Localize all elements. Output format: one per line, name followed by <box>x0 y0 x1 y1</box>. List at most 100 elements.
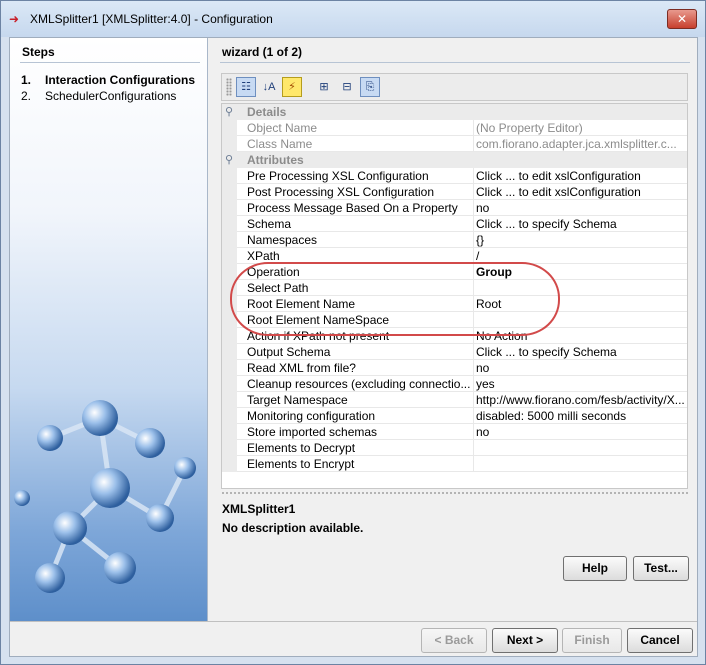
property-value[interactable]: com.fiorano.adapter.jca.xmlsplitter.c... <box>474 136 687 152</box>
category-attributes[interactable]: ⚲ Attributes <box>222 152 687 168</box>
property-row[interactable]: Process Message Based On a Property no <box>222 200 687 216</box>
property-name: Action if XPath not present <box>237 328 474 344</box>
dialog-body: Steps 1. Interaction Configurations 2. Sch… <box>9 37 698 657</box>
step-interaction-configurations[interactable]: 1. Interaction Configurations <box>21 73 195 87</box>
property-row[interactable]: Pre Processing XSL Configuration Click ..… <box>222 168 687 184</box>
description-splitter[interactable] <box>221 491 688 495</box>
step-scheduler-configurations[interactable]: 2. SchedulerConfigurations <box>21 89 176 103</box>
row-gutter <box>222 424 237 440</box>
property-row[interactable]: Action if XPath not present No Action <box>222 328 687 344</box>
property-row[interactable]: Post Processing XSL Configuration Click .… <box>222 184 687 200</box>
property-value[interactable] <box>474 456 687 472</box>
property-value[interactable]: Click ... to edit xslConfiguration <box>474 168 687 184</box>
property-name: Operation <box>237 264 474 280</box>
category-label: Details <box>247 105 287 119</box>
property-value[interactable]: no <box>474 200 687 216</box>
description-text: No description available. <box>222 521 364 535</box>
row-gutter <box>222 280 237 296</box>
property-value[interactable]: no <box>474 424 687 440</box>
property-value[interactable] <box>474 312 687 328</box>
property-row[interactable]: Elements to Encrypt <box>222 456 687 472</box>
property-toolbar: ☷ ↓A ⚡ ⊞ ⊟ ⎘ <box>221 73 688 101</box>
step-label: SchedulerConfigurations <box>45 89 177 103</box>
wizard-title: wizard (1 of 2) <box>222 45 303 59</box>
row-gutter <box>222 136 237 152</box>
property-name: Root Element Name <box>237 296 474 312</box>
row-gutter <box>222 376 237 392</box>
property-row[interactable]: Root Element Name Root <box>222 296 687 312</box>
row-gutter <box>222 440 237 456</box>
property-name: Namespaces <box>237 232 474 248</box>
next-button[interactable]: Next > <box>492 628 558 653</box>
collapse-all-icon[interactable]: ⊟ <box>337 77 357 97</box>
property-name: Monitoring configuration <box>237 408 474 424</box>
molecule-illustration <box>14 400 196 593</box>
steps-title: Steps <box>22 45 55 59</box>
lightning-icon[interactable]: ⚡ <box>282 77 302 97</box>
property-name: Target Namespace <box>237 392 474 408</box>
property-value[interactable]: {} <box>474 232 687 248</box>
property-row[interactable]: Schema Click ... to specify Schema <box>222 216 687 232</box>
step-number: 1. <box>21 73 32 87</box>
property-value[interactable]: No Action <box>474 328 687 344</box>
categorized-view-icon[interactable]: ☷ <box>236 77 256 97</box>
expand-all-icon[interactable]: ⊞ <box>314 77 334 97</box>
property-name: Store imported schemas <box>237 424 474 440</box>
property-value[interactable]: yes <box>474 376 687 392</box>
property-row[interactable]: Operation Group <box>222 264 687 280</box>
category-details[interactable]: ⚲ Details <box>222 104 687 120</box>
close-button[interactable]: ✕ <box>667 9 697 29</box>
row-gutter <box>222 248 237 264</box>
property-name: Post Processing XSL Configuration <box>237 184 474 200</box>
property-value[interactable]: Group <box>474 264 687 280</box>
property-row[interactable]: Output Schema Click ... to specify Schema <box>222 344 687 360</box>
property-value[interactable]: disabled: 5000 milli seconds <box>474 408 687 424</box>
property-value[interactable]: (No Property Editor) <box>474 120 687 136</box>
property-row[interactable]: Read XML from file? no <box>222 360 687 376</box>
row-gutter <box>222 184 237 200</box>
property-value[interactable]: Click ... to specify Schema <box>474 216 687 232</box>
property-row[interactable]: Select Path <box>222 280 687 296</box>
property-value[interactable] <box>474 440 687 456</box>
property-name: Root Element NameSpace <box>237 312 474 328</box>
category-label: Attributes <box>247 153 304 167</box>
property-row[interactable]: XPath / <box>222 248 687 264</box>
property-row[interactable]: Root Element NameSpace <box>222 312 687 328</box>
title-bar: ➜ XMLSplitter1 [XMLSplitter:4.0] - Confi… <box>1 1 705 37</box>
property-name: Elements to Decrypt <box>237 440 474 456</box>
back-button[interactable]: < Back <box>421 628 487 653</box>
property-value[interactable]: Root <box>474 296 687 312</box>
property-row[interactable]: Elements to Decrypt <box>222 440 687 456</box>
row-gutter <box>222 392 237 408</box>
help-button[interactable]: Help <box>563 556 627 581</box>
toolbar-grip[interactable] <box>226 78 232 96</box>
property-row[interactable]: Monitoring configuration disabled: 5000 m… <box>222 408 687 424</box>
step-label: Interaction Configurations <box>45 73 195 87</box>
property-row[interactable]: Store imported schemas no <box>222 424 687 440</box>
steps-panel: Steps 1. Interaction Configurations 2. Sch… <box>10 38 208 621</box>
property-value[interactable]: Click ... to specify Schema <box>474 344 687 360</box>
property-row[interactable]: Class Name com.fiorano.adapter.jca.xmlsp… <box>222 136 687 152</box>
property-value[interactable] <box>474 280 687 296</box>
cancel-button[interactable]: Cancel <box>627 628 693 653</box>
property-sheet: ⚲ Details Object Name (No Property Edito… <box>221 103 688 489</box>
property-row[interactable]: Namespaces{} <box>222 232 687 248</box>
property-value[interactable]: http://www.fiorano.com/fesb/activity/X..… <box>474 392 687 408</box>
row-gutter <box>222 328 237 344</box>
property-row[interactable]: Target Namespace http://www.fiorano.com/f… <box>222 392 687 408</box>
row-gutter <box>222 264 237 280</box>
test-button[interactable]: Test... <box>633 556 689 581</box>
sort-alphabetical-icon[interactable]: ↓A <box>259 77 279 97</box>
property-row[interactable]: Cleanup resources (excluding connectio..… <box>222 376 687 392</box>
property-value[interactable]: Click ... to edit xslConfiguration <box>474 184 687 200</box>
finish-button[interactable]: Finish <box>562 628 622 653</box>
property-value[interactable]: no <box>474 360 687 376</box>
row-gutter <box>222 168 237 184</box>
property-row[interactable]: Object Name (No Property Editor) <box>222 120 687 136</box>
step-number: 2. <box>21 89 32 103</box>
description-toggle-icon[interactable]: ⎘ <box>360 77 380 97</box>
steps-divider <box>20 62 200 63</box>
row-gutter <box>222 312 237 328</box>
category-pin-icon: ⚲ <box>225 106 234 118</box>
property-value[interactable]: / <box>474 248 687 264</box>
